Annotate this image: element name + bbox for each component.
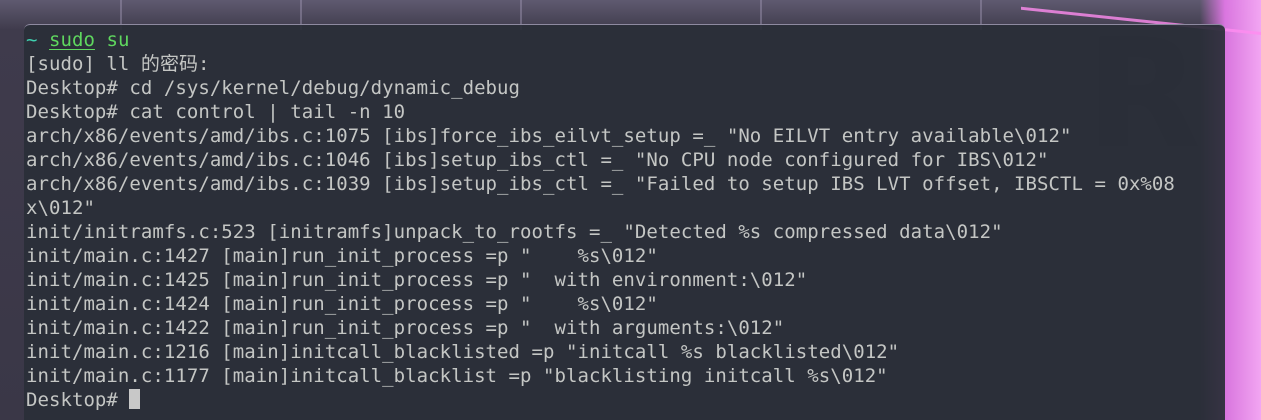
- prompt-tilde: ~: [26, 29, 38, 51]
- terminal-output-line: init/initramfs.c:523 [initramfs]unpack_t…: [26, 221, 1003, 243]
- command-sudo: sudo: [49, 29, 95, 51]
- terminal-output-line: init/main.c:1425 [main]run_init_process …: [26, 269, 808, 291]
- terminal-output-line: init/main.c:1177 [main]initcall_blacklis…: [26, 365, 888, 387]
- terminal-line: [sudo] ll 的密码:: [26, 53, 210, 75]
- terminal-output-line: arch/x86/events/amd/ibs.c:1046 [ibs]setu…: [26, 149, 1049, 171]
- text-cursor[interactable]: [129, 389, 141, 409]
- terminal-output-line: init/main.c:1216 [main]initcall_blacklis…: [26, 341, 900, 363]
- terminal-line: Desktop# cat control | tail -n 10: [26, 101, 406, 123]
- terminal-output-line: x\012": [26, 197, 95, 219]
- terminal-line: Desktop# cd /sys/kernel/debug/dynamic_de…: [26, 77, 521, 99]
- terminal-output-line: arch/x86/events/amd/ibs.c:1075 [ibs]forc…: [26, 125, 1072, 147]
- terminal-line-sudo-su: ~ sudo su: [24, 28, 1225, 52]
- terminal-output-line: arch/x86/events/amd/ibs.c:1039 [ibs]setu…: [26, 173, 1175, 195]
- current-prompt: Desktop#: [26, 389, 130, 411]
- terminal-window[interactable]: ~ sudo su [sudo] ll 的密码: Desktop# cd /sy…: [24, 24, 1225, 420]
- terminal-output-line: init/main.c:1422 [main]run_init_process …: [26, 317, 785, 339]
- command-argument-su: su: [106, 29, 130, 51]
- terminal-output-line: init/main.c:1424 [main]run_init_process …: [26, 293, 658, 315]
- terminal-input-line[interactable]: Desktop#: [24, 388, 1225, 412]
- terminal-output-line: init/main.c:1427 [main]run_init_process …: [26, 245, 658, 267]
